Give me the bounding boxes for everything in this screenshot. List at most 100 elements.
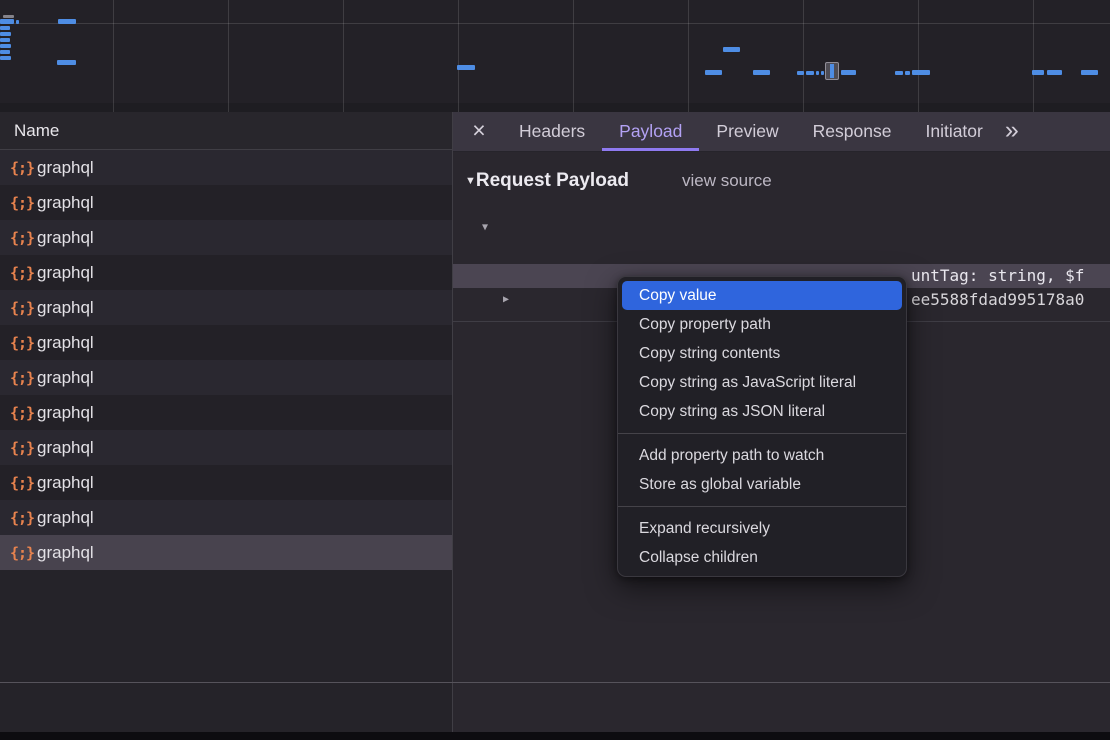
waterfall-bar — [0, 19, 14, 24]
timeline-gridline — [1033, 0, 1034, 112]
menu-item-expand-recursively[interactable]: Expand recursively — [618, 514, 906, 543]
waterfall-bar — [1047, 70, 1062, 75]
table-row[interactable]: {;}graphql — [0, 290, 452, 325]
json-request-icon: {;} — [10, 404, 37, 422]
context-menu: Copy valueCopy property pathCopy string … — [617, 276, 907, 577]
table-row[interactable]: {;}graphql — [0, 255, 452, 290]
waterfall-bar — [1081, 70, 1098, 75]
waterfall-bar — [841, 70, 856, 75]
table-row[interactable]: {;}graphql — [0, 430, 452, 465]
network-overview-timeline[interactable] — [0, 0, 1110, 112]
waterfall-bar — [806, 71, 814, 75]
menu-item-store-as-global-variable[interactable]: Store as global variable — [618, 470, 906, 499]
section-title: Request Payload — [476, 170, 629, 191]
waterfall-bar — [457, 65, 475, 70]
table-row[interactable]: {;}graphql — [0, 395, 452, 430]
request-name: graphql — [37, 158, 94, 178]
selected-request-marker-bar — [830, 64, 834, 78]
menu-item-copy-string-as-json-literal[interactable]: Copy string as JSON literal — [618, 397, 906, 426]
menu-item-copy-string-contents[interactable]: Copy string contents — [618, 339, 906, 368]
waterfall-bar — [57, 60, 76, 65]
detail-tabs: HeadersPayloadPreviewResponseInitiator — [502, 112, 1000, 151]
waterfall-bar — [753, 70, 770, 75]
request-name: graphql — [37, 543, 94, 563]
json-request-icon: {;} — [10, 474, 37, 492]
table-row[interactable]: {;}graphql — [0, 360, 452, 395]
waterfall-bar — [1032, 70, 1044, 75]
json-request-icon: {;} — [10, 194, 37, 212]
request-name: graphql — [37, 368, 94, 388]
request-name: graphql — [37, 508, 94, 528]
detail-tab-bar: × HeadersPayloadPreviewResponseInitiator… — [453, 112, 1110, 152]
section-collapse-triangle-icon[interactable]: ▼ — [465, 175, 476, 187]
waterfall-bar — [895, 71, 903, 75]
json-request-icon: {;} — [10, 299, 37, 317]
table-row[interactable]: {;}graphql — [0, 185, 452, 220]
waterfall-bar — [0, 38, 10, 42]
table-row[interactable]: {;}graphql — [0, 465, 452, 500]
menu-item-copy-property-path[interactable]: Copy property path — [618, 310, 906, 339]
request-name: graphql — [37, 403, 94, 423]
requests-table: Name {;}graphql{;}graphql{;}graphql{;}gr… — [0, 112, 453, 732]
tab-headers[interactable]: Headers — [502, 112, 602, 151]
timeline-gridline — [803, 0, 804, 112]
table-row[interactable]: {;}graphql — [0, 220, 452, 255]
timeline-gridline — [113, 0, 114, 112]
waterfall-bar — [821, 71, 824, 75]
waterfall-bar — [797, 71, 804, 75]
devtools-network-panel: Name {;}graphql{;}graphql{;}graphql{;}gr… — [0, 0, 1110, 740]
waterfall-bar — [0, 56, 11, 60]
timeline-gridline — [688, 0, 689, 112]
table-row[interactable]: {;}graphql — [0, 325, 452, 360]
request-name: graphql — [37, 228, 94, 248]
waterfall-bar — [0, 44, 11, 48]
table-row[interactable]: {;}graphql — [0, 535, 452, 570]
bottom-edge-strip — [0, 732, 1110, 740]
table-row[interactable]: {;}graphql — [0, 150, 452, 185]
waterfall-bar — [0, 26, 10, 30]
timeline-gridline — [343, 0, 344, 112]
payload-row-operation-name[interactable]: operationName: "ipFlowTimeseries" — [453, 240, 1110, 264]
waterfall-bar — [16, 20, 19, 24]
waterfall-bar — [816, 71, 819, 75]
more-tabs-icon[interactable]: » — [1005, 112, 1019, 151]
json-request-icon: {;} — [10, 334, 37, 352]
waterfall-bar — [723, 47, 740, 52]
name-column-header[interactable]: Name — [0, 112, 452, 150]
tab-payload[interactable]: Payload — [602, 112, 699, 151]
timeline-gridline — [458, 0, 459, 112]
collapsed-triangle-icon[interactable]: ▶ — [503, 288, 509, 312]
menu-item-collapse-children[interactable]: Collapse children — [618, 543, 906, 572]
menu-item-copy-value[interactable]: Copy value — [622, 281, 902, 310]
view-source-link[interactable]: view source — [682, 171, 772, 190]
timeline-gridline — [228, 0, 229, 112]
request-name: graphql — [37, 333, 94, 353]
json-request-icon: {;} — [10, 509, 37, 527]
tab-preview[interactable]: Preview — [699, 112, 795, 151]
request-name: graphql — [37, 193, 94, 213]
timeline-gridline — [918, 0, 919, 112]
waterfall-bar — [905, 71, 910, 75]
name-column-label: Name — [14, 121, 59, 140]
menu-item-add-property-path-to-watch[interactable]: Add property path to watch — [618, 441, 906, 470]
timeline-bottom-strip — [0, 103, 1110, 112]
menu-item-copy-string-as-javascript-literal[interactable]: Copy string as JavaScript literal — [618, 368, 906, 397]
tab-initiator[interactable]: Initiator — [908, 112, 999, 151]
payload-preview-row[interactable]: ▼{operationName: "ipFlowTimeseries", var… — [453, 216, 1110, 240]
expanded-triangle-icon: ▼ — [482, 216, 488, 240]
menu-group: Copy valueCopy property pathCopy string … — [618, 281, 906, 426]
waterfall-bar — [0, 50, 10, 54]
waterfall-bar — [912, 70, 930, 75]
menu-group: Expand recursivelyCollapse children — [618, 506, 906, 572]
waterfall-bar — [58, 19, 76, 24]
request-name: graphql — [37, 263, 94, 283]
table-row[interactable]: {;}graphql — [0, 500, 452, 535]
timeline-gridline — [573, 0, 574, 112]
request-name: graphql — [37, 438, 94, 458]
tab-response[interactable]: Response — [796, 112, 909, 151]
close-icon[interactable]: × — [469, 112, 489, 151]
request-name: graphql — [37, 473, 94, 493]
json-request-icon: {;} — [10, 544, 37, 562]
timeline-horizontal-line — [0, 23, 1110, 24]
request-name: graphql — [37, 298, 94, 318]
